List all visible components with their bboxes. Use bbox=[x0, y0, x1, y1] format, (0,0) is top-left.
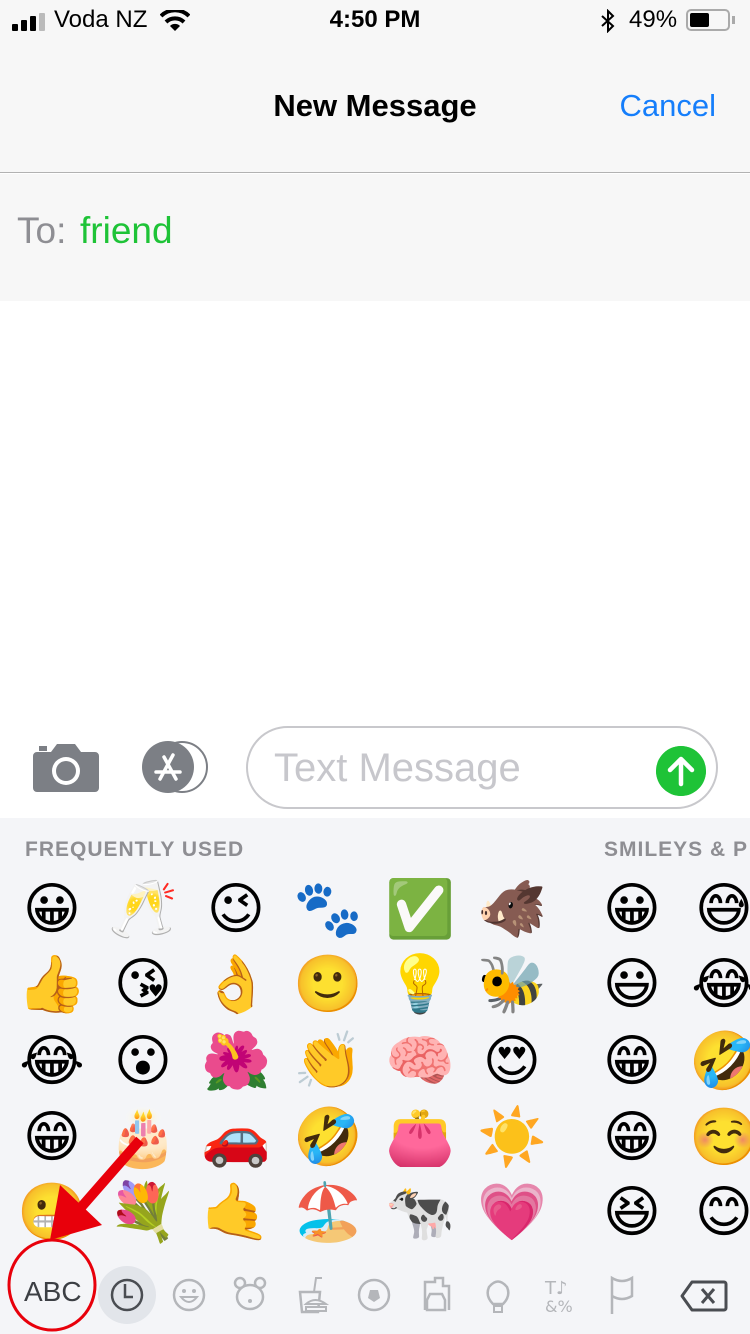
emoji-key[interactable]: 😮 bbox=[103, 1025, 183, 1099]
send-icon[interactable] bbox=[656, 746, 706, 796]
emoji-key[interactable]: ☺️ bbox=[684, 1101, 750, 1175]
emoji-key[interactable]: 🤙 bbox=[196, 1176, 276, 1250]
emoji-key[interactable]: 🐄 bbox=[380, 1176, 460, 1250]
recipient-name[interactable]: friend bbox=[80, 210, 173, 252]
emoji-key[interactable]: 😀 bbox=[592, 873, 672, 947]
emoji-key[interactable]: 🌺 bbox=[196, 1025, 276, 1099]
emoji-key[interactable]: 🥂 bbox=[103, 873, 183, 947]
flag-icon[interactable] bbox=[597, 1270, 647, 1320]
food-icon[interactable] bbox=[288, 1270, 338, 1320]
svg-text:&%: &% bbox=[545, 1297, 573, 1316]
emoji-key[interactable]: 😍 bbox=[472, 1025, 552, 1099]
delete-icon[interactable] bbox=[680, 1280, 728, 1312]
battery-percent: 49% bbox=[629, 6, 678, 33]
message-input[interactable] bbox=[274, 744, 634, 792]
camera-icon[interactable] bbox=[33, 742, 99, 792]
emoji-key[interactable]: 🚗 bbox=[196, 1101, 276, 1175]
emoji-key[interactable]: 🐝 bbox=[472, 948, 552, 1022]
emoji-key[interactable]: 🧠 bbox=[380, 1025, 460, 1099]
emoji-key[interactable]: 🐗 bbox=[472, 873, 552, 947]
symbols-icon[interactable]: T♪&% bbox=[535, 1270, 585, 1320]
emoji-key[interactable]: 😅 bbox=[684, 873, 750, 947]
emoji-key[interactable]: 🏖️ bbox=[288, 1176, 368, 1250]
emoji-key[interactable]: 😆 bbox=[592, 1176, 672, 1250]
svg-text:T♪: T♪ bbox=[544, 1278, 567, 1299]
emoji-key[interactable]: ☀️ bbox=[472, 1101, 552, 1175]
emoji-key[interactable]: ✅ bbox=[380, 873, 460, 947]
emoji-key[interactable]: 😘 bbox=[103, 948, 183, 1022]
bluetooth-icon bbox=[601, 9, 615, 33]
emoji-key[interactable]: 👛 bbox=[380, 1101, 460, 1175]
annotation-circle bbox=[7, 1238, 97, 1332]
emoji-key[interactable]: 😉 bbox=[196, 873, 276, 947]
app-store-icon[interactable] bbox=[140, 741, 212, 793]
emoji-key[interactable]: 😃 bbox=[592, 948, 672, 1022]
bear-icon[interactable] bbox=[225, 1270, 275, 1320]
emoji-key[interactable]: 🤣 bbox=[684, 1025, 750, 1099]
section-frequently-used: FREQUENTLY USED bbox=[25, 838, 245, 861]
section-smileys: SMILEYS & P bbox=[604, 838, 749, 861]
emoji-key[interactable]: 👏 bbox=[288, 1025, 368, 1099]
annotation-arrow bbox=[50, 1136, 144, 1240]
message-input-container[interactable] bbox=[246, 726, 718, 809]
battery-icon bbox=[686, 9, 730, 31]
lightbulb-icon[interactable] bbox=[473, 1270, 523, 1320]
emoji-key[interactable]: 😀 bbox=[12, 873, 92, 947]
emoji-key[interactable]: 👍 bbox=[12, 948, 92, 1022]
emoji-key[interactable]: 🙂 bbox=[288, 948, 368, 1022]
soccer-ball-icon[interactable] bbox=[349, 1270, 399, 1320]
emoji-key[interactable]: 😁 bbox=[592, 1101, 672, 1175]
emoji-key[interactable]: 😂 bbox=[684, 948, 750, 1022]
recipient-field[interactable]: To: friend bbox=[0, 174, 750, 301]
emoji-key[interactable]: 😂 bbox=[12, 1025, 92, 1099]
emoji-key[interactable]: 😊 bbox=[684, 1176, 750, 1250]
emoji-key[interactable]: 🤣 bbox=[288, 1101, 368, 1175]
emoji-key[interactable]: 🐾 bbox=[288, 873, 368, 947]
to-label: To: bbox=[17, 210, 67, 251]
emoji-key[interactable]: 💡 bbox=[380, 948, 460, 1022]
annotation-overlay bbox=[7, 1136, 144, 1332]
navigation-header: Voda NZ 4:50 PM 49% New Message Cancel bbox=[0, 0, 750, 173]
car-building-icon[interactable] bbox=[411, 1270, 461, 1320]
emoji-key[interactable]: 💗 bbox=[472, 1176, 552, 1250]
emoji-key[interactable]: 👌 bbox=[196, 948, 276, 1022]
emoji-key[interactable]: 😁 bbox=[592, 1025, 672, 1099]
cancel-button[interactable]: Cancel bbox=[620, 88, 717, 124]
